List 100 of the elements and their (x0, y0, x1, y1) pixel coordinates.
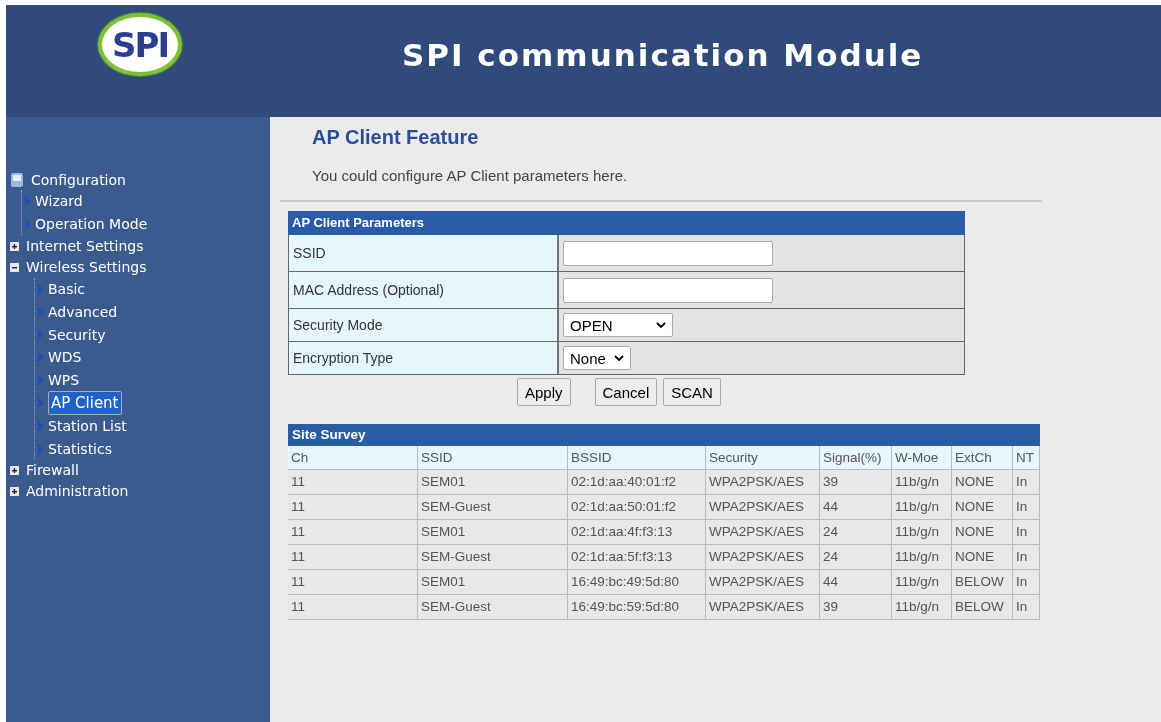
column-header: NT (1013, 446, 1040, 470)
table-cell: In (1013, 520, 1040, 545)
collapse-icon[interactable] (10, 262, 19, 272)
table-cell: 44 (820, 570, 892, 595)
sidebar-item[interactable]: Configuration (30, 171, 127, 188)
sidebar-item[interactable]: Security (48, 326, 106, 343)
table-cell: WPA2PSK/AES (706, 595, 820, 620)
sidebar-item[interactable]: Advanced (48, 303, 118, 320)
table-cell: 02:1d:aa:50:01:f2 (568, 495, 706, 520)
table-cell: 39 (820, 595, 892, 620)
table-cell: 24 (820, 520, 892, 545)
bullet-icon[interactable] (38, 329, 44, 340)
input-field[interactable] (563, 240, 773, 266)
table-cell: SEM01 (418, 520, 568, 545)
table-cell: In (1013, 470, 1040, 495)
input-field[interactable] (563, 277, 773, 303)
expand-icon[interactable] (10, 241, 19, 251)
table-cell: 11b/g/n (892, 570, 952, 595)
table-cell: In (1013, 545, 1040, 570)
page-title: AP Client Feature (312, 126, 479, 149)
table-cell: NONE (952, 520, 1013, 545)
table-cell: 11 (288, 545, 418, 570)
table-cell: WPA2PSK/AES (706, 570, 820, 595)
chevron-down-icon[interactable] (613, 355, 624, 361)
sidebar-item[interactable]: Wizard (35, 193, 83, 210)
dropdown[interactable]: OPEN (563, 313, 673, 337)
table-cell: 11 (288, 495, 418, 520)
table-cell: 39 (820, 470, 892, 495)
table-cell: NONE (952, 470, 1013, 495)
bullet-icon[interactable] (38, 420, 44, 431)
bullet-icon[interactable] (38, 397, 44, 408)
table-cell: 11b/g/n (892, 595, 952, 620)
button[interactable]: Cancel (594, 378, 658, 406)
bullet-icon[interactable] (38, 284, 44, 294)
table-cell: 11b/g/n (892, 495, 952, 520)
column-header: Security (706, 446, 820, 470)
sidebar-item[interactable]: Operation Mode (35, 216, 148, 233)
sidebar-item[interactable]: WPS (48, 372, 80, 389)
table-cell: SEM-Guest (418, 495, 568, 520)
column-header: W-Moe (892, 446, 952, 470)
sidebar-item[interactable]: Basic (48, 281, 86, 297)
table-cell: In (1013, 570, 1040, 595)
table-cell: 11b/g/n (892, 545, 952, 570)
expand-icon[interactable] (10, 465, 19, 475)
logo: SPI (98, 13, 182, 76)
table-cell: 11b/g/n (892, 520, 952, 545)
sidebar-item[interactable]: WDS (48, 349, 82, 366)
table-cell: 11 (288, 595, 418, 620)
sidebar-item[interactable]: Firewall (25, 462, 80, 479)
field-label: MAC Address (Optional) (289, 272, 559, 308)
chevron-down-icon[interactable] (656, 322, 666, 328)
field-label: Encryption Type (289, 342, 559, 374)
bullet-icon[interactable] (38, 375, 44, 386)
bullet-icon[interactable] (25, 196, 31, 207)
description: You could configure AP Client parameters here. (312, 167, 628, 184)
table-cell: WPA2PSK/AES (706, 495, 820, 520)
table-cell: WPA2PSK/AES (706, 545, 820, 570)
table-cell: 02:1d:aa:5f:f3:13 (568, 545, 706, 570)
dropdown[interactable]: None (563, 346, 631, 370)
sidebar-item[interactable]: AP Client (48, 391, 122, 415)
bullet-icon[interactable] (25, 219, 31, 230)
button[interactable]: Apply (517, 378, 571, 406)
bullet-icon[interactable] (38, 352, 44, 363)
sidebar-item[interactable]: Internet Settings (25, 238, 145, 255)
table-cell: WPA2PSK/AES (706, 520, 820, 545)
sidebar-item[interactable]: Station List (48, 417, 127, 434)
table-cell: WPA2PSK/AES (706, 470, 820, 495)
sidebar-item[interactable]: Wireless Settings (25, 259, 148, 276)
table-cell: NONE (952, 495, 1013, 520)
table-cell: SEM01 (418, 570, 568, 595)
field-label: SSID (289, 235, 559, 271)
table-cell: NONE (952, 545, 1013, 570)
table-cell: 11 (288, 470, 418, 495)
column-header: ExtCh (952, 446, 1013, 470)
table-cell: 02:1d:aa:4f:f3:13 (568, 520, 706, 545)
table-cell: 11b/g/n (892, 470, 952, 495)
table-cell: 16:49:bc:49:5d:80 (568, 570, 706, 595)
table-cell: 02:1d:aa:40:01:f2 (568, 470, 706, 495)
table-cell: In (1013, 495, 1040, 520)
bullet-icon[interactable] (38, 306, 44, 317)
table-cell: 11 (288, 520, 418, 545)
table-cell: 44 (820, 495, 892, 520)
table-cell: 11 (288, 570, 418, 595)
computer-icon[interactable] (10, 171, 24, 188)
field-label: Security Mode (289, 309, 559, 341)
table-cell: SEM-Guest (418, 595, 568, 620)
column-header: Ch (288, 446, 418, 470)
table-cell: BELOW (952, 570, 1013, 595)
sidebar-item[interactable]: Administration (25, 483, 130, 500)
table-cell: 16:49:bc:59:5d:80 (568, 595, 706, 620)
column-header: SSID (418, 446, 568, 470)
sidebar-item[interactable]: Statistics (48, 440, 112, 457)
table-cell: In (1013, 595, 1040, 620)
bullet-icon[interactable] (38, 443, 44, 454)
site-title: SPI communication Module (402, 37, 924, 73)
expand-icon[interactable] (10, 486, 19, 496)
column-header: Signal(%) (820, 446, 892, 470)
column-header: BSSID (568, 446, 706, 470)
button[interactable]: SCAN (663, 378, 721, 406)
table-cell: 24 (820, 545, 892, 570)
